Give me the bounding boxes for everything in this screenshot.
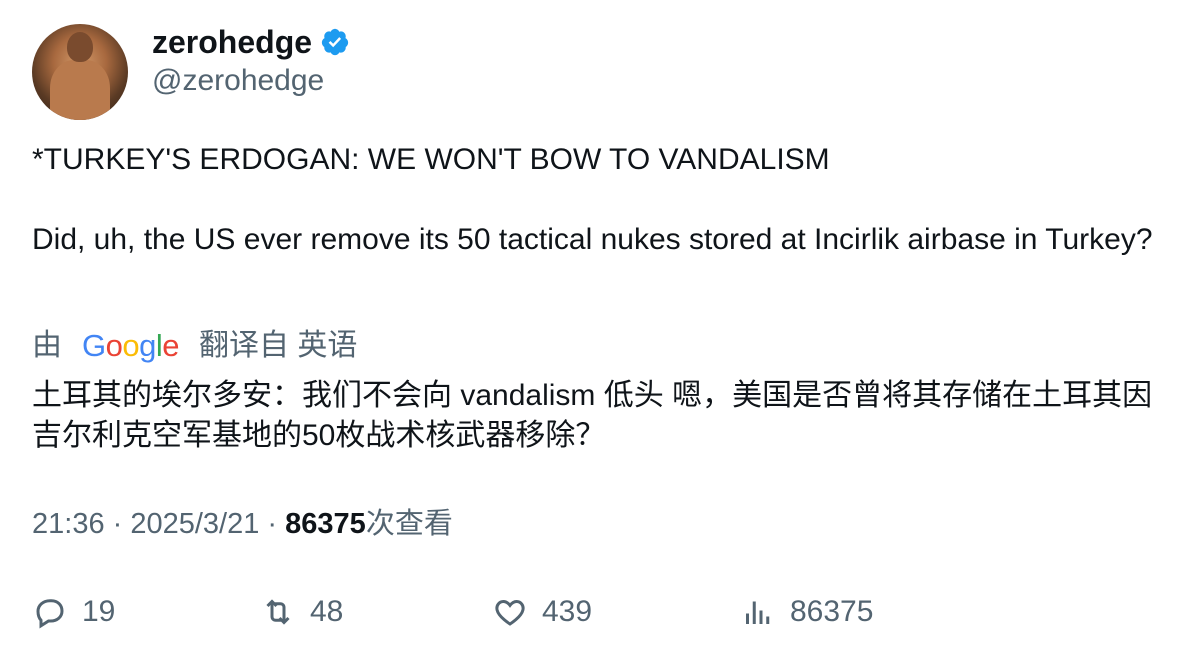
reply-icon: [36, 599, 64, 629]
like-count: 439: [542, 595, 593, 628]
reply-count: 19: [82, 595, 116, 628]
avatar-figure-head: [67, 32, 93, 62]
tweet-line-headline: *TURKEY'S ERDOGAN: WE WON'T BOW TO VANDA…: [32, 143, 830, 176]
heart-icon: [495, 599, 525, 626]
translation-prefix: 由: [32, 329, 62, 362]
verified-badge-icon: [321, 28, 349, 56]
views-count: 86375: [285, 508, 366, 540]
analytics-icon: [746, 601, 770, 624]
views-label: 次查看: [365, 508, 453, 540]
tweet-line-question: Did, uh, the US ever remove its 50 tacti…: [32, 223, 1153, 256]
retweet-button[interactable]: 48: [260, 592, 343, 632]
author-display-name[interactable]: zerohedge: [152, 22, 312, 62]
avatar[interactable]: [32, 24, 128, 120]
reply-button[interactable]: 19: [32, 592, 115, 632]
retweet-icon: [266, 599, 290, 625]
tweet-date[interactable]: 2025/3/21: [130, 508, 259, 540]
translation-suffix: 翻译自 英语: [199, 329, 358, 362]
google-logo: Google: [82, 328, 180, 363]
views-button[interactable]: 86375: [740, 592, 873, 632]
author-handle[interactable]: @zerohedge: [152, 62, 324, 100]
translation-attribution[interactable]: 由 Google 翻译自 英语: [32, 326, 357, 366]
views-action-count: 86375: [790, 595, 874, 628]
tweet-text: *TURKEY'S ERDOGAN: WE WON'T BOW TO VANDA…: [32, 140, 1162, 260]
tweet-meta: 21:36 · 2025/3/21 · 86375次查看: [32, 508, 453, 540]
retweet-count: 48: [310, 595, 344, 628]
avatar-figure-torso: [50, 60, 110, 120]
like-button[interactable]: 439: [492, 592, 592, 632]
author-name-row: zerohedge: [152, 22, 350, 62]
action-bar: 19 48 439 86375: [32, 592, 1172, 632]
translated-text: 土耳其的埃尔多安：我们不会向 vandalism 低头 嗯，美国是否曾将其存储在…: [32, 379, 1153, 452]
tweet-time[interactable]: 21:36: [32, 508, 105, 540]
